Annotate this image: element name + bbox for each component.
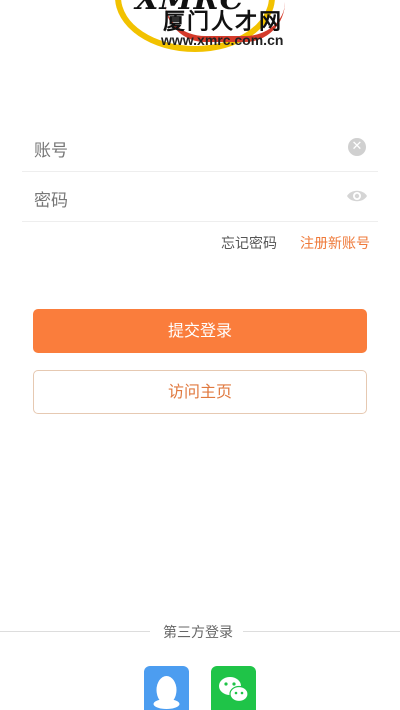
qq-icon — [153, 676, 180, 709]
account-field: 账号 ✕ — [22, 122, 378, 172]
eye-icon[interactable] — [346, 188, 368, 204]
wechat-icon — [219, 677, 249, 703]
divider-line-right — [243, 631, 400, 632]
password-label: 密码 — [34, 191, 68, 211]
xmrc-logo: XMRC 厦门人才网 www.xmrc.com.cn — [105, 0, 305, 62]
logo-url-text: www.xmrc.com.cn — [161, 32, 284, 48]
clear-icon[interactable]: ✕ — [348, 138, 366, 156]
account-input[interactable] — [92, 132, 336, 164]
divider-line-left — [0, 631, 150, 632]
wechat-login-button[interactable] — [211, 666, 256, 710]
login-button[interactable]: 提交登录 — [33, 309, 367, 353]
register-link[interactable]: 注册新账号 — [300, 233, 370, 253]
forgot-password-link[interactable]: 忘记密码 — [221, 233, 277, 253]
password-input[interactable] — [92, 182, 336, 214]
login-page: XMRC 厦门人才网 www.xmrc.com.cn 账号 ✕ 密码 忘记密码 … — [0, 0, 400, 710]
third-party-divider: 第三方登录 — [0, 622, 400, 642]
account-label: 账号 — [34, 141, 68, 161]
third-party-label: 第三方登录 — [163, 625, 233, 641]
visit-home-button[interactable]: 访问主页 — [33, 370, 367, 414]
auth-links: 忘记密码 注册新账号 — [0, 233, 400, 253]
qq-login-button[interactable] — [144, 666, 189, 710]
password-field: 密码 — [22, 172, 378, 222]
